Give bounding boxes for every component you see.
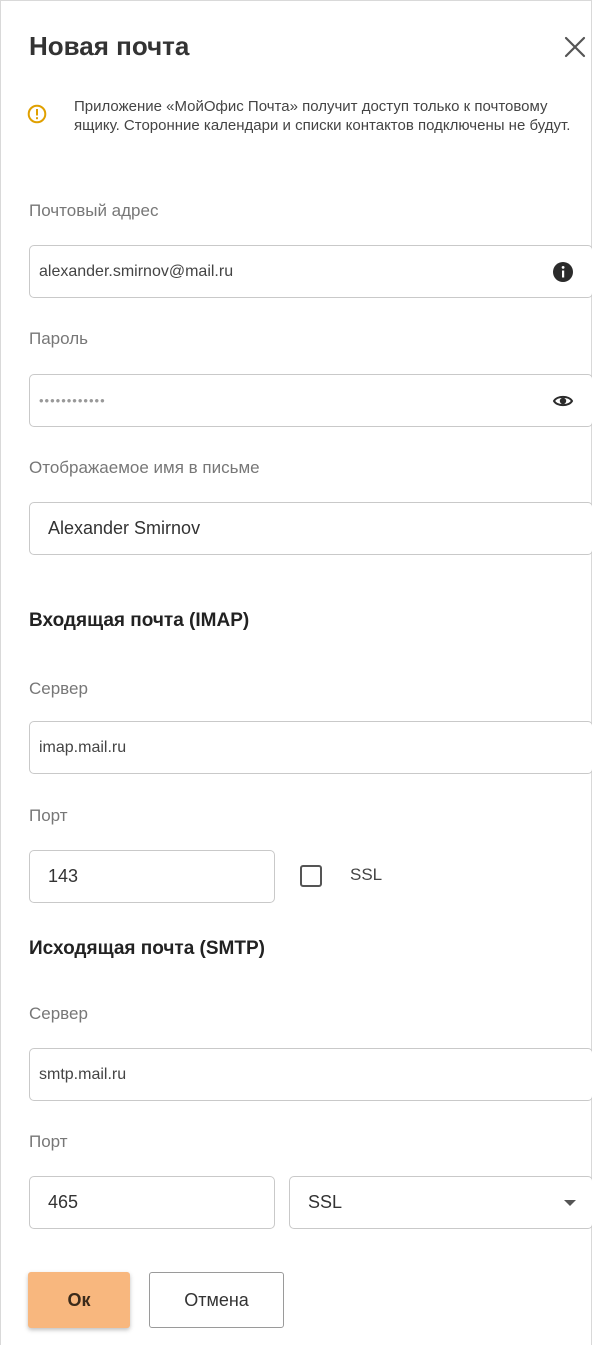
email-value: alexander.smirnov@mail.ru: [39, 262, 234, 280]
ok-button[interactable]: Ок: [28, 1272, 130, 1328]
ssl-checkbox[interactable]: [300, 865, 322, 887]
password-field[interactable]: ••••••••••••: [29, 374, 592, 427]
password-value: ••••••••••••: [39, 393, 106, 408]
incoming-server-field[interactable]: imap.mail.ru: [29, 721, 592, 774]
incoming-heading: Входящая почта (IMAP): [29, 610, 250, 631]
incoming-port-label: Порт: [29, 806, 68, 825]
incoming-port-value: 143: [48, 866, 79, 886]
incoming-server-label: Сервер: [29, 679, 88, 698]
outgoing-server-label: Сервер: [29, 1004, 88, 1023]
security-select[interactable]: SSL: [289, 1176, 592, 1229]
outgoing-port-label: Порт: [29, 1132, 68, 1151]
close-icon[interactable]: [561, 33, 589, 61]
security-select-value: SSL: [308, 1192, 343, 1212]
cancel-button[interactable]: Отмена: [149, 1272, 284, 1328]
new-mail-dialog: Новая почта Приложение «МойОфис Почта» п…: [0, 0, 592, 1345]
info-icon[interactable]: [552, 261, 574, 283]
incoming-port-field[interactable]: 143: [29, 850, 275, 903]
chevron-down-icon: [564, 1199, 576, 1206]
dialog-title: Новая почта: [29, 31, 190, 61]
display-name-field[interactable]: Alexander Smirnov: [29, 502, 592, 555]
display-name-value: Alexander Smirnov: [48, 518, 201, 538]
email-field[interactable]: alexander.smirnov@mail.ru: [29, 245, 592, 298]
warning-circle-icon: [27, 104, 47, 124]
outgoing-server-field[interactable]: smtp.mail.ru: [29, 1048, 592, 1101]
outgoing-server-value: smtp.mail.ru: [39, 1065, 127, 1083]
email-label: Почтовый адрес: [29, 201, 159, 220]
eye-icon[interactable]: [552, 390, 574, 412]
outgoing-port-value: 465: [48, 1192, 79, 1212]
incoming-server-value: imap.mail.ru: [39, 738, 127, 756]
display-name-label: Отображаемое имя в письме: [29, 458, 260, 477]
password-label: Пароль: [29, 329, 88, 348]
access-notice: Приложение «МойОфис Почта» получит досту…: [74, 98, 571, 134]
outgoing-heading: Исходящая почта (SMTP): [29, 938, 265, 959]
outgoing-port-field[interactable]: 465: [29, 1176, 275, 1229]
ssl-checkbox-label: SSL: [350, 865, 383, 884]
